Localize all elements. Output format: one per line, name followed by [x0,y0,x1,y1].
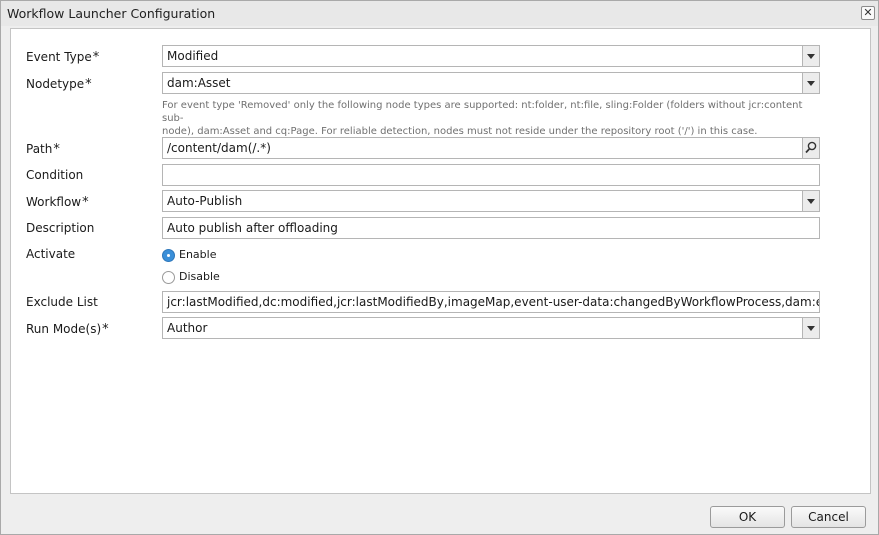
chevron-down-icon[interactable] [802,191,819,211]
workflow-select[interactable]: Auto-Publish [162,190,820,212]
nodetype-hint-line: For event type 'Removed' only the follow… [162,100,803,124]
title-bar[interactable]: Workflow Launcher Configuration ✕ [1,1,878,26]
path-value: /content/dam(/.*) [167,141,271,155]
enable-radio[interactable] [162,249,175,262]
nodetype-hint: For event type 'Removed' only the follow… [162,99,812,138]
workflow-value: Auto-Publish [167,194,243,208]
ok-button[interactable]: OK [710,506,785,528]
workflow-label-text: Workflow [26,195,82,209]
enable-radio-label[interactable]: Enable [179,248,216,261]
form-panel [10,28,871,494]
cancel-button[interactable]: Cancel [791,506,866,528]
workflow-launcher-dialog: Workflow Launcher Configuration ✕ Event … [0,0,879,535]
disable-radio-label[interactable]: Disable [179,270,220,283]
run-modes-label-text: Run Mode(s) [26,322,102,336]
description-value: Auto publish after offloading [167,221,338,235]
chevron-down-icon[interactable] [802,318,819,338]
dialog-title: Workflow Launcher Configuration [7,6,216,21]
path-label: Path* [26,142,60,157]
required-mark: * [92,50,100,65]
required-mark: * [102,322,109,337]
close-icon[interactable]: ✕ [861,6,875,20]
nodetype-label: Nodetype* [26,77,92,92]
exclude-list-label-text: Exclude List [26,295,98,309]
disable-radio[interactable] [162,271,175,284]
nodetype-value: dam:Asset [167,76,231,90]
condition-label-text: Condition [26,168,84,182]
run-modes-value: Author [167,321,208,335]
required-mark: * [53,142,60,157]
activate-label: Activate [26,247,75,261]
path-label-text: Path [26,142,53,156]
chevron-down-icon[interactable] [802,46,819,66]
exclude-list-value: jcr:lastModified,dc:modified,jcr:lastMod… [167,295,819,309]
workflow-label: Workflow* [26,195,89,210]
event-type-select[interactable]: Modified [162,45,820,67]
path-input[interactable]: /content/dam(/.*) [162,137,820,159]
required-mark: * [85,77,92,92]
description-label: Description [26,221,94,235]
exclude-list-label: Exclude List [26,295,98,309]
exclude-list-input[interactable]: jcr:lastModified,dc:modified,jcr:lastMod… [162,291,820,313]
event-type-label-text: Event Type [26,50,92,64]
event-type-label: Event Type* [26,50,99,65]
run-modes-label: Run Mode(s)* [26,322,109,337]
search-icon[interactable] [802,138,819,158]
description-input[interactable]: Auto publish after offloading [162,217,820,239]
description-label-text: Description [26,221,95,235]
condition-label: Condition [26,168,83,182]
run-modes-select[interactable]: Author [162,317,820,339]
condition-input[interactable] [162,164,820,186]
event-type-value: Modified [167,49,219,63]
required-mark: * [82,195,89,210]
nodetype-label-text: Nodetype [26,77,85,91]
nodetype-select[interactable]: dam:Asset [162,72,820,94]
chevron-down-icon[interactable] [802,73,819,93]
activate-label-text: Activate [26,247,76,261]
